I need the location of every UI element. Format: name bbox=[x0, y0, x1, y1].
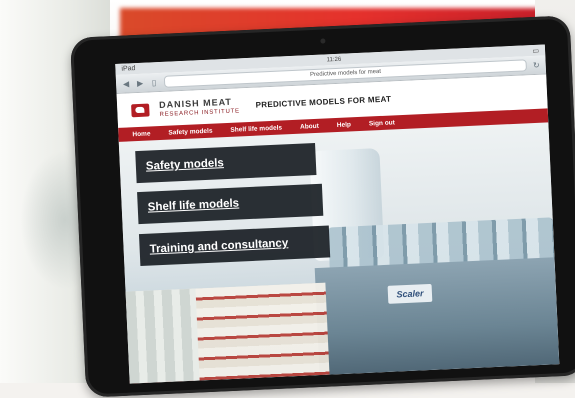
training-consultancy-link[interactable]: Training and consultancy bbox=[138, 225, 331, 267]
carrier-label: iPad bbox=[121, 65, 136, 73]
lab-rack bbox=[125, 288, 200, 384]
safety-models-link[interactable]: Safety models bbox=[135, 142, 317, 184]
logo[interactable]: DANISH MEAT RESEARCH INSTITUTE bbox=[159, 96, 241, 118]
site-tagline: PREDICTIVE MODELS FOR MEAT bbox=[255, 93, 392, 110]
shelf-life-models-label: Shelf life models bbox=[147, 197, 240, 214]
bookmarks-icon[interactable]: ▯ bbox=[150, 78, 158, 87]
tablet: iPad 11:26 ▭ ◀ ▶ ▯ Predictive models for… bbox=[70, 15, 575, 398]
camera-icon bbox=[320, 38, 326, 44]
nav-item-shelf-life-models[interactable]: Shelf life models bbox=[230, 124, 282, 133]
battery-icon: ▭ bbox=[532, 47, 540, 55]
tablet-screen: iPad 11:26 ▭ ◀ ▶ ▯ Predictive models for… bbox=[115, 44, 560, 384]
lab-machine bbox=[314, 257, 560, 379]
shelf-life-models-link[interactable]: Shelf life models bbox=[137, 183, 324, 225]
reload-icon[interactable]: ↻ bbox=[533, 60, 540, 69]
nav-item-safety-models[interactable]: Safety models bbox=[168, 128, 212, 137]
status-time: 11:26 bbox=[326, 56, 342, 63]
machine-label: Scaler bbox=[387, 283, 433, 304]
nav-item-home[interactable]: Home bbox=[132, 130, 150, 138]
nav-item-about[interactable]: About bbox=[300, 123, 319, 131]
back-icon[interactable]: ◀ bbox=[122, 79, 130, 88]
forward-icon[interactable]: ▶ bbox=[136, 78, 144, 87]
nav-item-help[interactable]: Help bbox=[337, 121, 351, 129]
logo-subtitle: RESEARCH INSTITUTE bbox=[159, 107, 241, 118]
logo-icon bbox=[131, 102, 150, 117]
nav-item-sign-out[interactable]: Sign out bbox=[369, 119, 395, 127]
safety-models-label: Safety models bbox=[145, 157, 225, 173]
training-consultancy-label: Training and consultancy bbox=[149, 237, 289, 256]
hero-image: Scaler Safety models Shelf life models T… bbox=[118, 122, 560, 384]
